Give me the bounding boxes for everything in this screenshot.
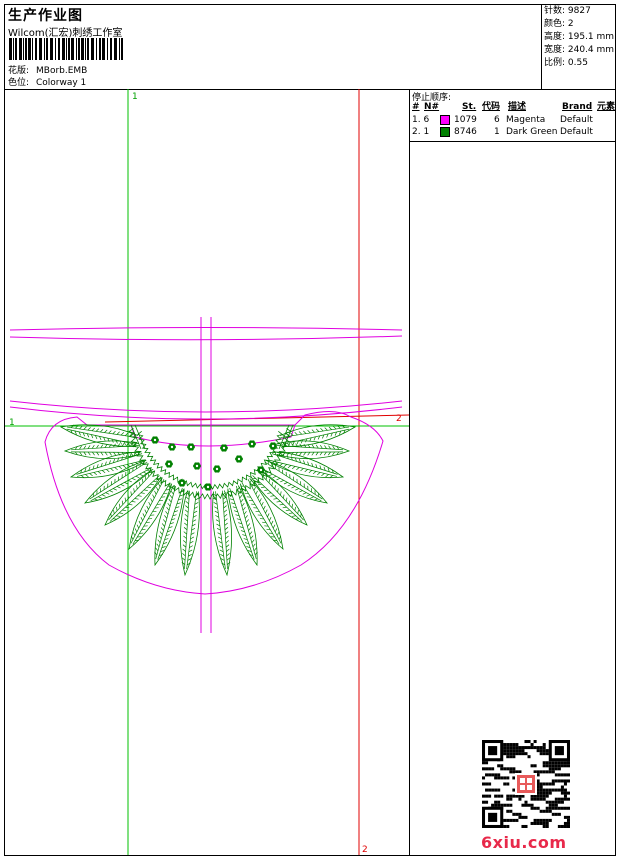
stat-stitches: 针数: 9827 <box>544 6 591 16</box>
embroidery-preview: 1 1 2 2 <box>5 89 410 855</box>
col-stops: St. <box>462 102 477 112</box>
design-stats: 针数: 9827 颜色: 2 高度: 195.1 mm 宽度: 240.4 mm… <box>542 5 615 89</box>
colorway-line: 色位: Colorway 1 <box>8 75 86 88</box>
stat-ratio: 比例: 0.55 <box>544 58 588 68</box>
guide-label-right: 2 <box>396 414 402 424</box>
stat-height: 高度: 195.1 mm <box>544 32 615 42</box>
barcode-icon <box>9 38 123 60</box>
stop-row: 2. 1 8746 1 Dark Green Default <box>410 126 615 138</box>
color-swatch-icon <box>440 115 450 125</box>
row-brand: Default <box>560 127 593 137</box>
header-info: 生产作业图 Wilcom(汇宏)刺绣工作室 花版: MBorb.EMB 色位: Co… <box>5 5 542 89</box>
color-swatch-icon <box>440 127 450 137</box>
row-number: 2. 1 <box>412 127 430 137</box>
row-brand: Default <box>560 115 593 125</box>
stat-width: 宽度: 240.4 mm <box>544 45 615 55</box>
col-brand: Brand <box>562 102 593 112</box>
col-description: 描述 <box>508 102 527 112</box>
col-needle: N# <box>424 102 440 112</box>
row-code: 1079 <box>454 115 477 125</box>
neckline-outline <box>9 317 403 633</box>
guide-label-top: 1 <box>132 92 138 102</box>
col-hash: # <box>412 102 420 112</box>
row-stops: 6 <box>494 115 500 125</box>
stat-colors: 颜色: 2 <box>544 19 574 29</box>
stop-row: 1. 6 1079 6 Magenta Default <box>410 114 615 126</box>
guide-label-bottom: 2 <box>362 845 368 855</box>
site-watermark: 6xiu.com <box>481 833 567 852</box>
col-element: 元素 <box>597 102 616 112</box>
stop-sequence-panel: 停止顺序: # N# St. 代码 描述 Brand 元素 1. 6 1079 … <box>410 89 615 142</box>
row-stops: 1 <box>494 127 500 137</box>
qr-code-icon <box>482 740 570 828</box>
colorway-value: Colorway 1 <box>36 78 87 88</box>
colorway-label: 色位: <box>8 78 30 88</box>
sheet-header: 生产作业图 Wilcom(汇宏)刺绣工作室 花版: MBorb.EMB 色位: Co… <box>5 5 615 90</box>
row-color-name: Magenta <box>506 115 546 125</box>
col-code: 代码 <box>482 102 501 112</box>
row-color-name: Dark Green <box>506 127 558 137</box>
guide-label-left: 1 <box>9 418 15 428</box>
stop-sequence-header: # N# St. 代码 描述 Brand 元素 <box>410 101 615 113</box>
production-sheet: 生产作业图 Wilcom(汇宏)刺绣工作室 花版: MBorb.EMB 色位: Co… <box>4 4 616 856</box>
sheet-title: 生产作业图 <box>8 8 83 24</box>
row-number: 1. 6 <box>412 115 430 125</box>
row-code: 8746 <box>454 127 477 137</box>
stitch-pattern <box>59 424 357 577</box>
studio-name: Wilcom(汇宏)刺绣工作室 <box>8 28 123 39</box>
design-canvas: 1 1 2 2 <box>5 89 410 855</box>
